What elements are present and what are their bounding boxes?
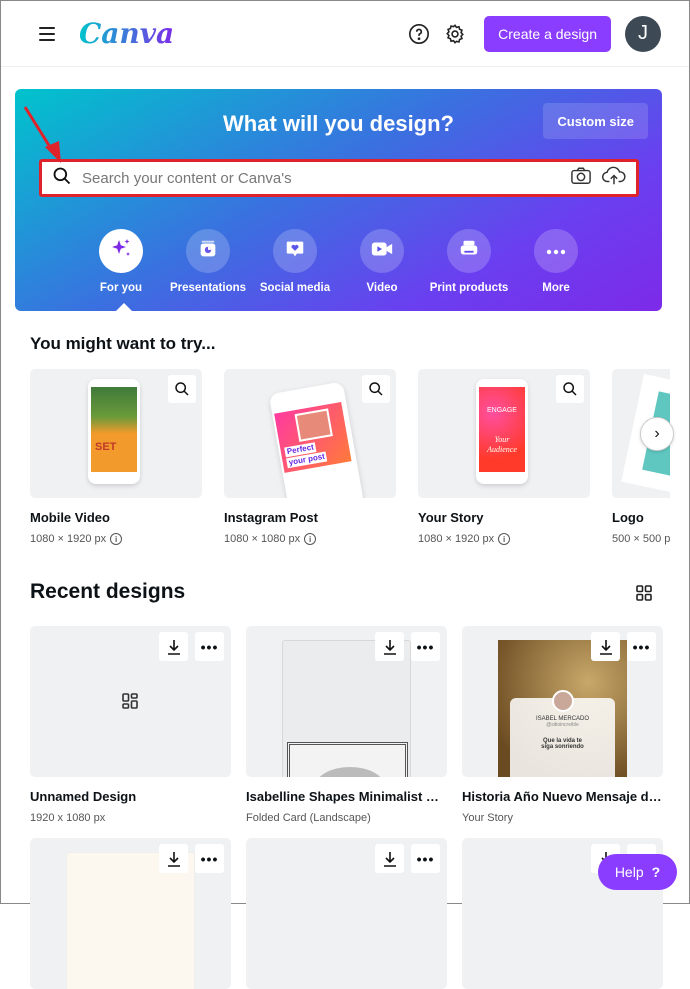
presentation-icon (197, 238, 219, 265)
tab-presentations[interactable]: Presentations (165, 229, 251, 294)
sparkle-icon (109, 237, 133, 266)
avatar[interactable]: J (625, 15, 661, 52)
info-icon[interactable]: i (498, 533, 511, 545)
design-thumbnail: ••• (30, 838, 231, 989)
download-icon[interactable] (159, 632, 188, 661)
download-icon[interactable] (375, 844, 404, 873)
more-icon (545, 242, 567, 260)
recent-card-isabelline[interactable]: ••• Isabelline Shapes Minimalist Br... F… (246, 626, 447, 824)
mobile-video-thumbnail: SET (30, 369, 202, 498)
more-options-icon[interactable]: ••• (195, 844, 224, 873)
search-icon[interactable] (362, 375, 390, 403)
camera-icon[interactable] (570, 166, 592, 191)
question-mark-icon: ? (651, 864, 661, 880)
tab-video[interactable]: Video (339, 229, 425, 294)
search-icon[interactable] (556, 375, 584, 403)
search-bar[interactable] (39, 159, 639, 197)
try-card-logo[interactable]: Logo 500 × 500 px (612, 369, 670, 545)
tab-more[interactable]: More (513, 229, 599, 294)
try-card-your-story[interactable]: ENGAGE Your Audience Your Story 1080 × 1… (418, 369, 590, 545)
help-button[interactable]: Help ? (598, 854, 677, 890)
create-design-button[interactable]: Create a design (484, 15, 611, 52)
custom-size-button[interactable]: Custom size (543, 103, 648, 139)
carousel-next-button[interactable]: › (640, 417, 674, 451)
recent-card[interactable]: ••• (246, 838, 447, 989)
try-card-mobile-video[interactable]: SET Mobile Video 1080 × 1920 px i (30, 369, 202, 545)
gear-icon[interactable] (442, 21, 468, 47)
hero-banner: What will you design? Custom size For yo… (15, 89, 662, 312)
more-options-icon[interactable]: ••• (411, 632, 440, 661)
tab-print-products[interactable]: Print products (426, 229, 512, 294)
help-circle-icon[interactable] (406, 21, 432, 47)
active-tab-caret (115, 303, 133, 312)
canva-logo[interactable]: Canva (79, 17, 174, 50)
download-icon[interactable] (375, 632, 404, 661)
menu-icon[interactable] (39, 26, 55, 41)
design-thumbnail: ••• (246, 626, 447, 777)
top-bar: Canva Create a design J (1, 1, 689, 67)
more-options-icon[interactable]: ••• (627, 632, 656, 661)
try-card-instagram-post[interactable]: Perfect your post Instagram Post 1080 × … (224, 369, 396, 545)
info-icon[interactable]: i (110, 533, 123, 545)
download-icon[interactable] (159, 844, 188, 873)
try-section-title: You might want to try... (30, 334, 216, 353)
video-camera-icon (370, 238, 394, 265)
try-carousel: SET Mobile Video 1080 × 1920 px i Perfect… (30, 369, 670, 545)
template-icon (121, 692, 139, 715)
more-options-icon[interactable]: ••• (411, 844, 440, 873)
search-icon[interactable] (168, 375, 196, 403)
red-arrow-annotation (23, 106, 61, 163)
info-icon[interactable]: i (304, 533, 317, 545)
search-icon (52, 166, 72, 191)
heart-chat-icon (284, 238, 306, 265)
recent-section-title: Recent designs (30, 580, 186, 603)
tab-social-media[interactable]: Social media (252, 229, 338, 294)
design-thumbnail: ISABEL MERCADO @sitioincreible Que la vi… (462, 626, 663, 777)
recent-designs-row-2: ••• ••• ••• (30, 838, 663, 989)
chevron-right-icon: › (654, 425, 660, 442)
your-story-thumbnail: ENGAGE Your Audience (418, 369, 590, 498)
tab-for-you[interactable]: For you (78, 229, 164, 294)
more-options-icon[interactable]: ••• (195, 632, 224, 661)
recent-designs-row: ••• Unnamed Design 1920 x 1080 px ••• Is… (30, 626, 663, 824)
recent-card-historia[interactable]: ISABEL MERCADO @sitioincreible Que la vi… (462, 626, 663, 824)
upload-cloud-icon[interactable] (601, 165, 626, 192)
grid-view-icon[interactable] (635, 584, 653, 607)
download-icon[interactable] (591, 632, 620, 661)
instagram-post-thumbnail: Perfect your post (224, 369, 396, 498)
printer-icon (458, 238, 480, 265)
recent-card-unnamed[interactable]: ••• Unnamed Design 1920 x 1080 px (30, 626, 231, 824)
recent-card[interactable]: ••• (30, 838, 231, 989)
category-tabs: For you Presentations Social media Video… (15, 229, 662, 294)
design-thumbnail: ••• (246, 838, 447, 989)
search-input[interactable] (82, 169, 570, 187)
design-thumbnail: ••• (30, 626, 231, 777)
